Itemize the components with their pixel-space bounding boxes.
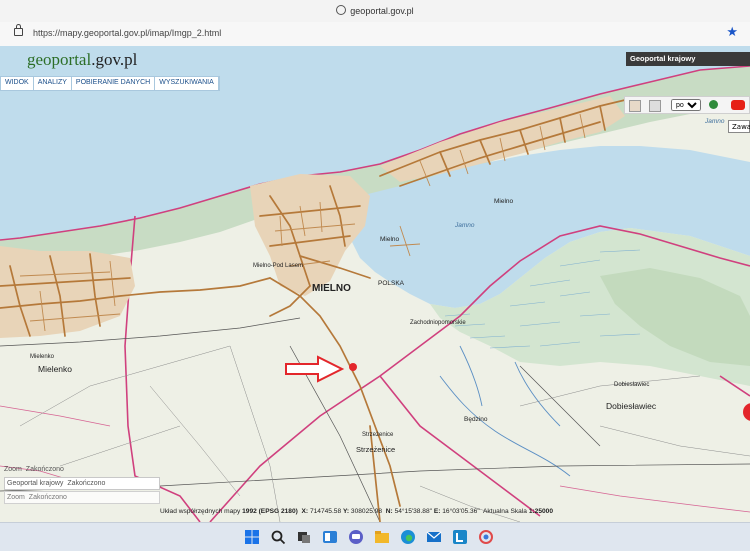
address-bar[interactable]: https://mapy.geoportal.gov.pl/imap/Imgp_… [0, 22, 750, 47]
main-menu: WIDOK ANALIZY POBIERANIE DANYCH WYSZUKIW… [0, 76, 220, 91]
geoportal-logo[interactable]: geoportal.gov.pl [27, 50, 137, 70]
lock-icon [14, 24, 23, 36]
browser-titlebar: geoportal.gov.pl [0, 0, 750, 22]
print-icon[interactable] [649, 100, 661, 112]
label-bedzino: Będzino [464, 416, 488, 423]
zawa-button[interactable]: Zawa [728, 120, 750, 133]
app-l-icon[interactable] [452, 529, 468, 545]
zoom-status-1: Zoom Zakończono [4, 466, 64, 473]
map-canvas[interactable]: MIELNO Mielno-Pod Lasem Mielno Mielno Ja… [0, 46, 750, 522]
youtube-icon[interactable] [731, 100, 745, 110]
label-dobiestawiec: Dobiesławiec [606, 401, 657, 411]
search-icon[interactable] [270, 529, 286, 545]
file-explorer-icon[interactable] [374, 529, 390, 545]
browser-title: geoportal.gov.pl [350, 6, 414, 16]
top-right-toolbar: pol [624, 96, 750, 114]
label-zachodniopomorskie: Zachodniopomorskie [410, 320, 466, 326]
coordinate-status-bar: Układ współrzędnych mapy 1992 (EPSG 2180… [160, 508, 554, 515]
address-url[interactable]: https://mapy.geoportal.gov.pl/imap/Imgp_… [33, 28, 221, 38]
location-pin[interactable] [349, 363, 357, 371]
windows-icon[interactable] [244, 529, 260, 545]
language-select[interactable]: pol [671, 99, 701, 111]
label-jamno-top: Jamno [705, 118, 725, 125]
label-strzezenice-small: Strzeżenice [362, 432, 394, 438]
menu-analizy[interactable]: ANALIZY [34, 77, 72, 90]
label-jamno-lake: Jamno [455, 222, 475, 229]
label-mielenko: Mielenko [38, 364, 73, 374]
geoportal-krajowy-panel[interactable]: Geoportal krajowy [626, 52, 750, 66]
site-favicon-icon [336, 5, 347, 15]
favorite-star-icon[interactable]: ★ [726, 25, 738, 40]
task-view-icon[interactable] [296, 529, 312, 545]
label-dobiestawiec-small: Dobiesławiec [614, 382, 650, 388]
label-mielno-pod-lasem: Mielno-Pod Lasem [253, 263, 304, 269]
label-polska: POLSKA [378, 280, 405, 287]
label-mielenko-small: Mielenko [30, 354, 55, 360]
menu-wyszukiwania[interactable]: WYSZUKIWANIA [155, 77, 219, 90]
zoom-status-2: Zoom Zakończono [4, 491, 160, 504]
edge-icon[interactable] [400, 529, 416, 545]
label-mielno-town: MIELNO [312, 283, 351, 294]
layers-icon[interactable] [629, 100, 641, 112]
menu-pobieranie-danych[interactable]: POBIERANIE DANYCH [72, 77, 156, 90]
chat-icon[interactable] [348, 529, 364, 545]
help-icon[interactable] [709, 100, 718, 109]
label-mielno-village: Mielno [494, 198, 514, 205]
menu-widok[interactable]: WIDOK [1, 77, 34, 90]
geoportal-krajowy-status[interactable]: Geoportal krajowy Zakończono [4, 477, 160, 490]
label-mielno-lake: Mielno [380, 236, 400, 243]
mail-icon[interactable] [426, 529, 442, 545]
windows-taskbar [0, 522, 750, 551]
widgets-icon[interactable] [322, 529, 338, 545]
app-photo-icon[interactable] [478, 529, 494, 545]
label-strzezenice: Strzeżenice [356, 445, 396, 454]
